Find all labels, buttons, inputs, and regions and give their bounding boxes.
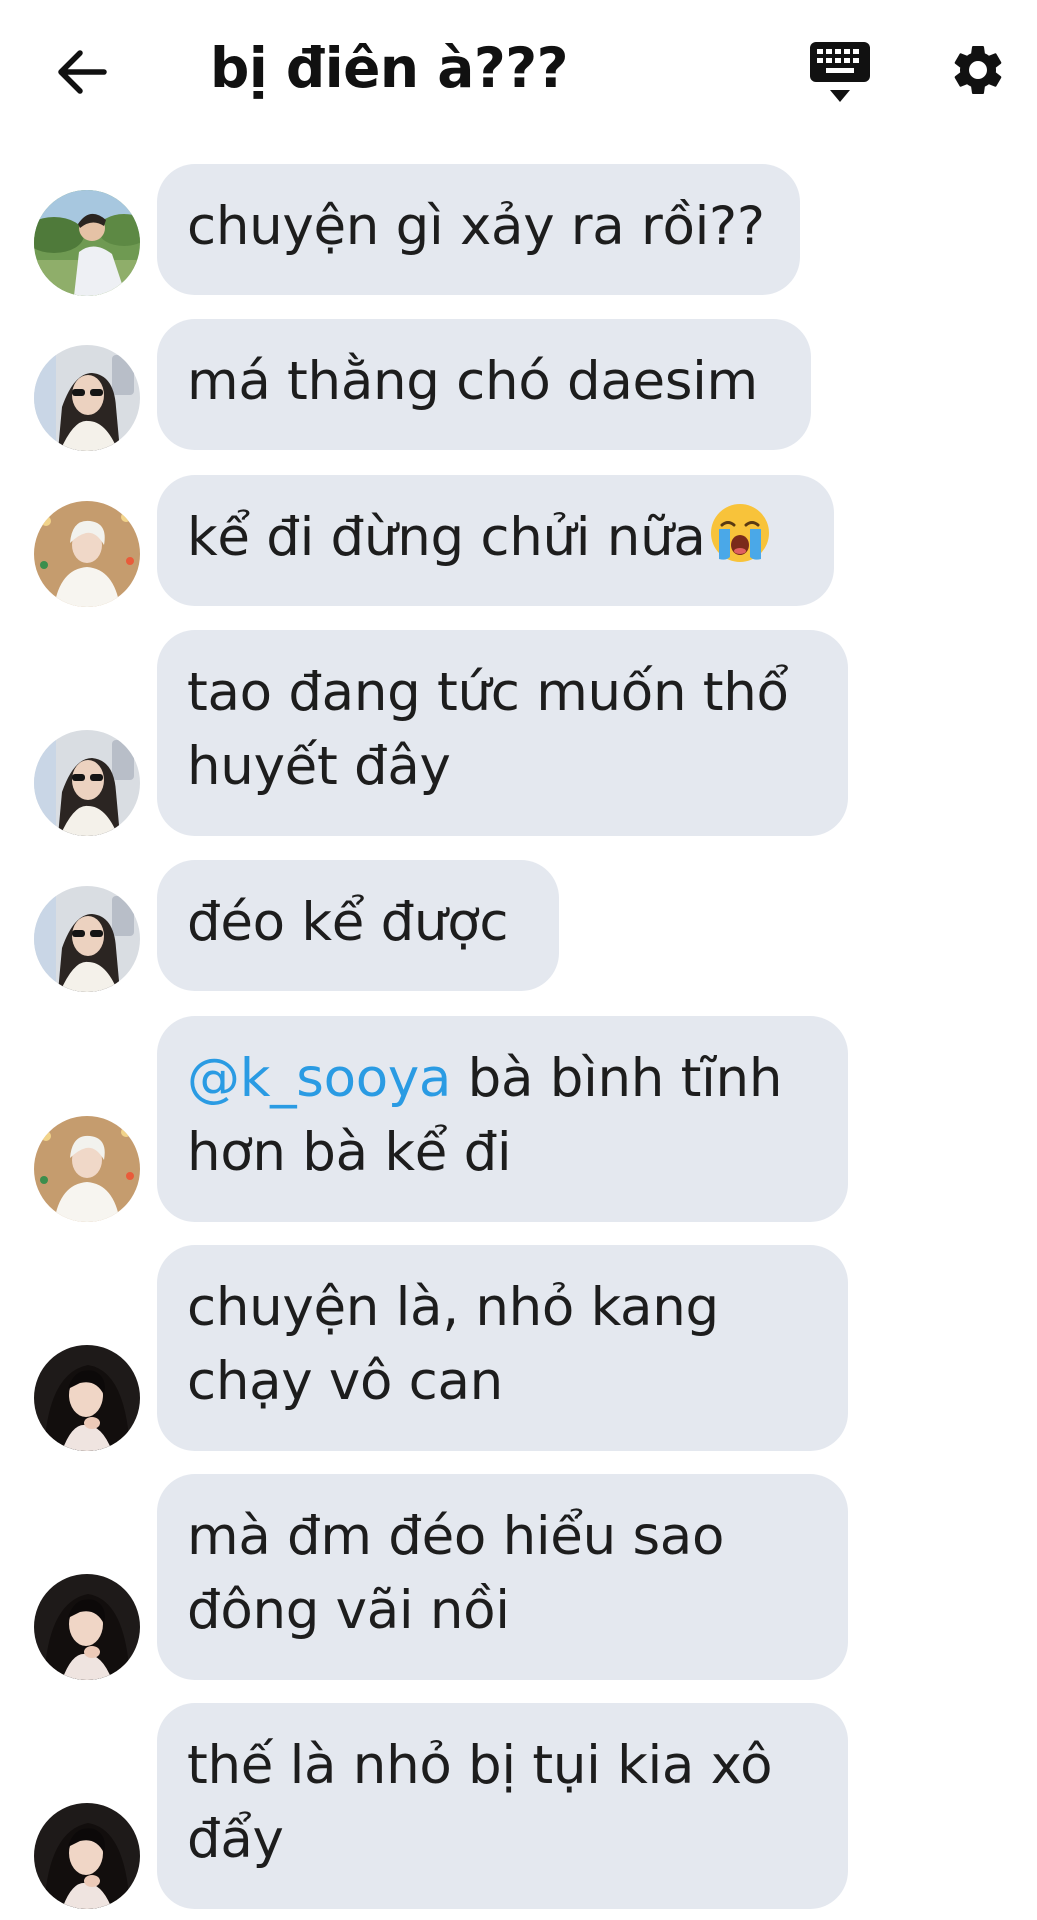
avatar[interactable] xyxy=(34,501,140,607)
chat-header: bị điên à??? xyxy=(0,0,1037,145)
avatar[interactable] xyxy=(34,730,140,836)
avatar[interactable] xyxy=(34,886,140,992)
back-button[interactable] xyxy=(50,42,114,102)
message-bubble[interactable]: thế là nhỏ bị tụi kia xô đẩy xyxy=(157,1703,848,1909)
message-text-line: hơn bà kể đi xyxy=(187,1122,512,1183)
keyboard-icon xyxy=(810,42,870,102)
message-text-line: huyết đây xyxy=(187,736,451,797)
message-text: kể đi đừng chửi nữa xyxy=(187,507,706,568)
message-text: chuyện gì xảy ra rồi?? xyxy=(187,196,765,257)
message-text: má thằng chó daesim xyxy=(187,351,758,412)
keyboard-toggle-button[interactable] xyxy=(808,40,872,106)
message-bubble[interactable]: tao đang tức muốn thổ huyết đây xyxy=(157,630,848,836)
avatar[interactable] xyxy=(34,345,140,451)
user-mention-link[interactable]: @k_sooya xyxy=(187,1048,451,1109)
message-text: bà bình tĩnh xyxy=(451,1048,783,1109)
message-bubble[interactable]: @k_sooya bà bình tĩnh hơn bà kể đi xyxy=(157,1016,848,1222)
message-text-line: mà đm đéo hiểu sao xyxy=(187,1506,725,1567)
message-text-line: tao đang tức muốn thổ xyxy=(187,662,789,723)
message-text-line: đẩy xyxy=(187,1809,284,1870)
gear-icon xyxy=(954,45,1002,94)
chat-title: bị điên à??? xyxy=(210,36,569,100)
loudly-crying-face-icon xyxy=(710,504,769,562)
message-bubble[interactable]: má thằng chó daesim xyxy=(157,319,811,450)
settings-button[interactable] xyxy=(948,40,1012,104)
avatar[interactable] xyxy=(34,1574,140,1680)
message-text-line: đông vãi nồi xyxy=(187,1580,510,1641)
message-bubble[interactable]: mà đm đéo hiểu sao đông vãi nồi xyxy=(157,1474,848,1680)
message-bubble[interactable]: kể đi đừng chửi nữa xyxy=(157,475,834,606)
avatar[interactable] xyxy=(34,190,140,296)
avatar[interactable] xyxy=(34,1116,140,1222)
message-text-line: @k_sooya bà bình tĩnh xyxy=(187,1042,818,1116)
chat-screen: bị điên à??? chuyện gì xảy ra rồi?? má t… xyxy=(0,0,1037,1920)
message-text-line: chuyện là, nhỏ kang xyxy=(187,1277,719,1338)
message-bubble[interactable]: đéo kể được xyxy=(157,860,559,991)
message-text-line: chạy vô can xyxy=(187,1351,503,1412)
message-bubble[interactable]: chuyện gì xảy ra rồi?? xyxy=(157,164,800,295)
message-text: đéo kể được xyxy=(187,892,509,953)
message-text-line: thế là nhỏ bị tụi kia xô xyxy=(187,1735,773,1796)
message-bubble[interactable]: chuyện là, nhỏ kang chạy vô can xyxy=(157,1245,848,1451)
avatar[interactable] xyxy=(34,1803,140,1909)
avatar[interactable] xyxy=(34,1345,140,1451)
arrow-left-icon xyxy=(58,50,107,94)
